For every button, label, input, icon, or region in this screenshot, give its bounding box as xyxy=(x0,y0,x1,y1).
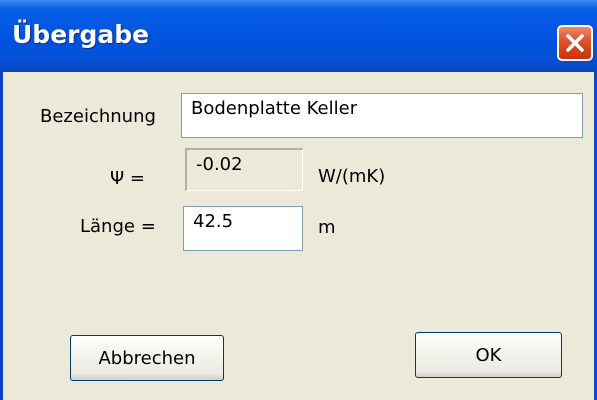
psi-unit-label: W/(mK) xyxy=(318,166,386,187)
close-button[interactable] xyxy=(557,25,593,61)
bezeichnung-input[interactable]: Bodenplatte Keller xyxy=(181,93,583,138)
window-title: Übergabe xyxy=(12,20,150,49)
laenge-label: Länge = xyxy=(80,216,156,237)
bezeichnung-label: Bezeichnung xyxy=(40,106,156,127)
ok-button[interactable]: OK xyxy=(415,332,562,378)
psi-value-field: -0.02 xyxy=(185,148,303,191)
dialog-window: Übergabe Bezeichnung Bodenplatte Keller … xyxy=(0,0,597,400)
cancel-button[interactable]: Abbrechen xyxy=(70,335,224,381)
window-frame-left xyxy=(0,72,3,400)
psi-label: Ψ = xyxy=(110,168,145,189)
laenge-unit-label: m xyxy=(318,217,336,238)
title-bar[interactable]: Übergabe xyxy=(0,0,597,72)
laenge-input[interactable]: 42.5 xyxy=(183,206,303,251)
close-icon xyxy=(566,34,584,52)
